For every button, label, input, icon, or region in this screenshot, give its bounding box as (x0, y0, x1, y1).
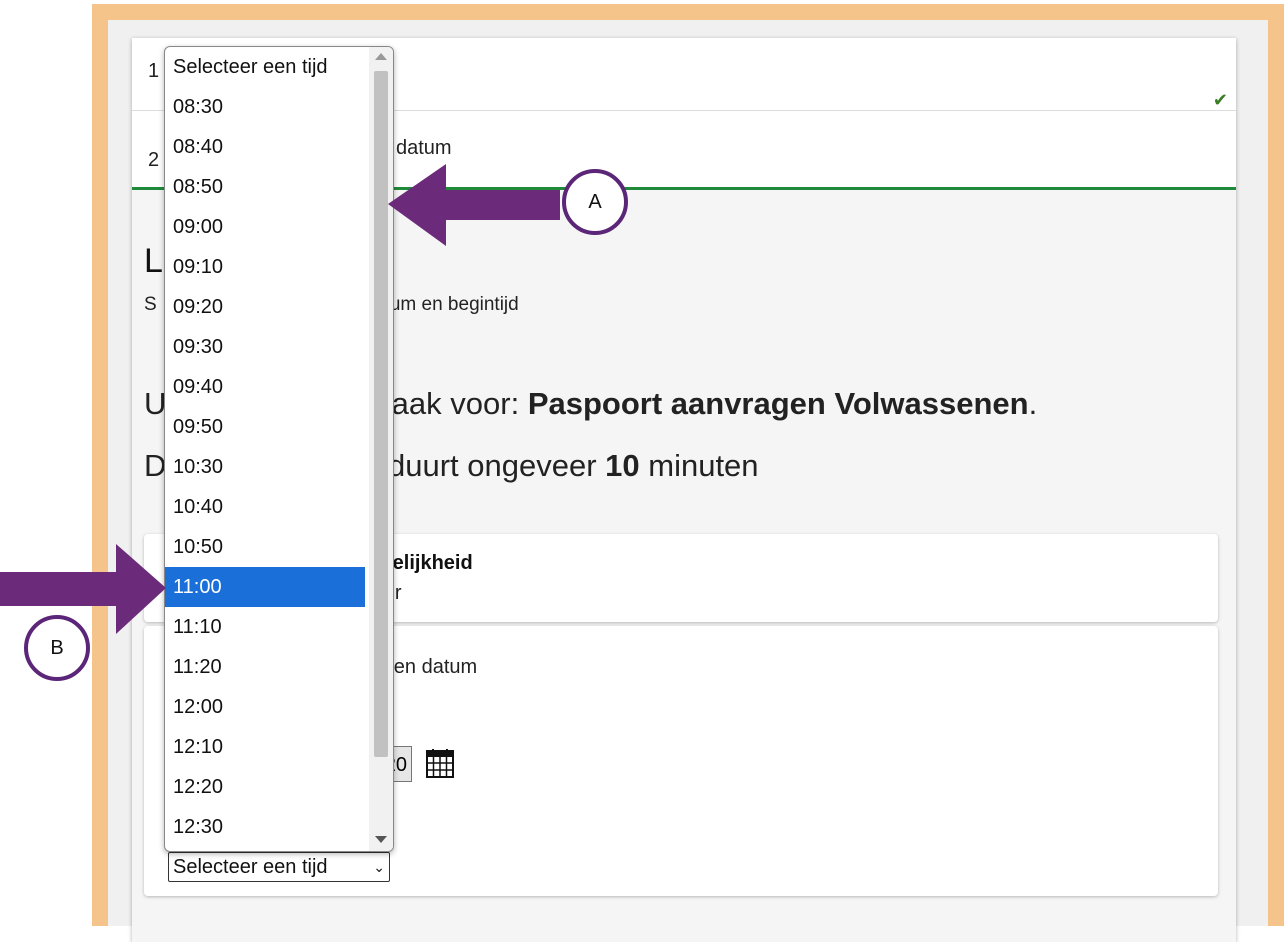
duration-suffix: minuten (639, 448, 759, 483)
page-subtitle: S atum en begintijd (144, 294, 519, 316)
time-option[interactable]: 08:50 (165, 167, 365, 207)
page-title-start: L (144, 242, 163, 280)
time-select-value: Selecteer een tijd (173, 856, 328, 878)
annotation-arrow-b (0, 544, 166, 634)
time-option[interactable]: 12:20 (165, 767, 365, 807)
scroll-down-icon[interactable] (375, 836, 387, 843)
time-option[interactable]: 12:00 (165, 687, 365, 727)
page-subtitle-rest: atum en begintijd (374, 294, 519, 315)
time-option[interactable]: 11:00 (165, 567, 365, 607)
annotation-badge-a: A (562, 169, 628, 235)
time-option[interactable]: Selecteer een tijd (165, 47, 365, 87)
check-icon: ✔ (1212, 90, 1228, 110)
appointment-type-end: . (1028, 386, 1038, 421)
time-option[interactable]: 08:40 (165, 127, 365, 167)
time-option[interactable]: 09:30 (165, 327, 365, 367)
time-option[interactable]: 10:30 (165, 447, 365, 487)
duration-minutes: 10 (605, 448, 640, 483)
chevron-down-icon: ⌄ (373, 859, 385, 875)
time-option[interactable]: 10:50 (165, 527, 365, 567)
scroll-up-icon[interactable] (375, 53, 387, 60)
time-option[interactable]: 09:50 (165, 407, 365, 447)
time-option[interactable]: 12:30 (165, 807, 365, 847)
page-subtitle-start: S (144, 294, 157, 315)
time-option[interactable]: 09:20 (165, 287, 365, 327)
scrollbar-thumb[interactable] (374, 71, 388, 757)
appointment-type-rest: fspraak voor: Paspoort aanvragen Volwass… (340, 386, 1037, 422)
time-option[interactable]: 12:10 (165, 727, 365, 767)
annotation-badge-b: B (24, 615, 90, 681)
time-option[interactable]: 08:30 (165, 87, 365, 127)
time-option[interactable]: 09:00 (165, 207, 365, 247)
page-title: L tum (144, 242, 337, 281)
calendar-icon[interactable] (426, 748, 454, 778)
time-option[interactable]: 11:10 (165, 607, 365, 647)
time-dropdown-list[interactable]: Selecteer een tijd 08:30 08:40 08:50 09:00 09… (164, 46, 394, 852)
duration-prefix: duurt ongeveer (388, 448, 606, 483)
step-1-number: 1 (148, 60, 160, 82)
time-select[interactable]: Selecteer een tijd ⌄ (168, 852, 390, 882)
appointment-type-name: Paspoort aanvragen Volwassenen (527, 386, 1029, 421)
time-option[interactable]: 09:40 (165, 367, 365, 407)
duration-rest: duurt ongeveer 10 minuten (388, 448, 759, 484)
time-option[interactable]: 11:20 (165, 647, 365, 687)
time-option[interactable]: 09:10 (165, 247, 365, 287)
time-option[interactable]: 10:40 (165, 487, 365, 527)
annotation-arrow-a (388, 164, 560, 246)
step-2-number: 2 (148, 149, 160, 171)
step-2-label: datum (396, 137, 452, 159)
